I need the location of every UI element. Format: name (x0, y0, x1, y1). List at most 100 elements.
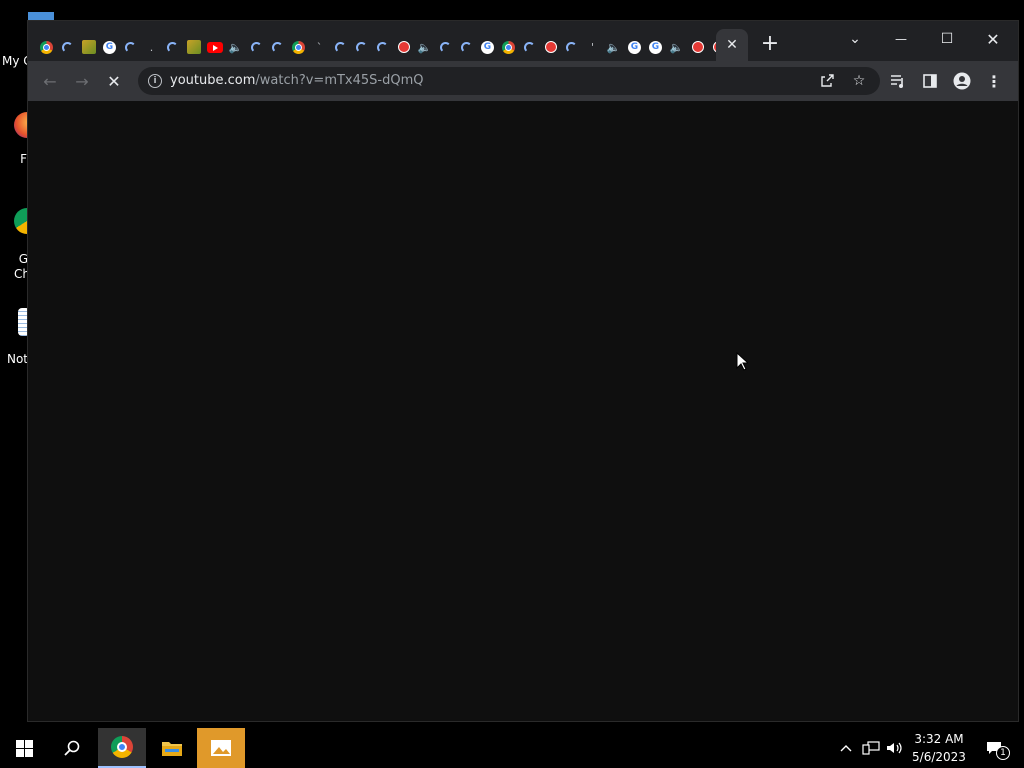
tab-audio[interactable]: 🔈 (666, 33, 687, 61)
clock-time: 3:32 AM (914, 732, 964, 746)
url-path: /watch?v=mTx45S-dQmQ (255, 73, 424, 88)
tab-chrome[interactable] (288, 33, 309, 61)
system-clock[interactable]: 3:32 AM 5/6/2023 (908, 730, 970, 766)
media-controls-icon[interactable] (886, 69, 910, 93)
tab-loading[interactable] (435, 33, 456, 61)
tab-loading[interactable] (561, 33, 582, 61)
loading-spinner-icon (461, 41, 472, 53)
tab-chrome[interactable] (36, 33, 57, 61)
tab-loading[interactable] (456, 33, 477, 61)
google-favicon-icon: G (649, 40, 662, 54)
record-favicon-icon (691, 41, 704, 53)
stop-loading-button[interactable]: ✕ (102, 69, 126, 93)
search-icon (64, 740, 80, 756)
tab-loading[interactable] (246, 33, 267, 61)
network-icon[interactable] (860, 728, 882, 768)
notification-count-badge: 1 (996, 746, 1010, 760)
chrome-icon (111, 736, 133, 758)
tab-blank[interactable]: ` (309, 33, 330, 61)
taskbar-chrome[interactable] (98, 728, 146, 768)
search-button[interactable] (48, 728, 96, 768)
new-tab-button[interactable]: + (758, 33, 782, 57)
tab-blank[interactable]: ' (582, 33, 603, 61)
loading-spinner-icon (167, 41, 178, 53)
record-favicon-icon (544, 41, 557, 53)
forward-button[interactable]: → (70, 69, 94, 93)
tab-google[interactable]: G (645, 33, 666, 61)
start-button[interactable] (0, 728, 48, 768)
dot-icon: . (149, 40, 154, 54)
youtube-favicon-icon (206, 41, 223, 53)
address-bar[interactable]: i youtube.com/watch?v=mTx45S-dQmQ ☆ (138, 67, 880, 95)
close-window-button[interactable]: ✕ (970, 25, 1016, 53)
taskbar-file-explorer[interactable] (148, 728, 196, 768)
tab-close-icon[interactable]: ✕ (726, 37, 738, 53)
tab-audio[interactable]: 🔈 (225, 33, 246, 61)
tab-image[interactable] (78, 33, 99, 61)
tab-audio[interactable]: 🔈 (414, 33, 435, 61)
chrome-favicon-icon (40, 40, 53, 54)
action-center-button[interactable]: 1 (980, 728, 1010, 768)
loading-spinner-icon (566, 41, 577, 53)
speaker-icon: 🔈 (228, 40, 243, 54)
clock-date: 5/6/2023 (912, 750, 966, 764)
show-hidden-icons-button[interactable] (836, 728, 856, 768)
url-text[interactable]: youtube.com/watch?v=mTx45S-dQmQ (170, 73, 424, 88)
tab-loading[interactable] (372, 33, 393, 61)
tab-loading[interactable] (57, 33, 78, 61)
tab-google[interactable]: G (99, 33, 120, 61)
tab-strip: G . 🔈 ` 🔈 G ' 🔈 G G 🔈 ✕ + ⌄ — ☐ ✕ (28, 21, 1018, 61)
bookmark-star-icon[interactable]: ☆ (850, 72, 868, 90)
tab-record[interactable] (687, 33, 708, 61)
tab-loading[interactable] (330, 33, 351, 61)
loading-spinner-icon (377, 41, 388, 53)
tab-youtube[interactable] (204, 33, 225, 61)
loading-spinner-icon (356, 41, 367, 53)
profile-avatar-icon[interactable] (950, 69, 974, 93)
loading-spinner-icon (125, 41, 136, 53)
taskbar-photos[interactable] (197, 728, 245, 768)
google-favicon-icon: G (103, 40, 116, 54)
tab-loading[interactable] (267, 33, 288, 61)
browser-window: G . 🔈 ` 🔈 G ' 🔈 G G 🔈 ✕ + ⌄ — ☐ ✕ ← → ✕ … (27, 20, 1019, 722)
google-favicon-icon: G (481, 40, 494, 54)
loading-spinner-icon (440, 41, 451, 53)
tab-chrome[interactable] (498, 33, 519, 61)
tab-record[interactable] (540, 33, 561, 61)
tab-google[interactable]: G (477, 33, 498, 61)
notification-icon: 1 (986, 741, 1010, 760)
share-icon[interactable] (818, 72, 836, 90)
page-content (28, 101, 1018, 721)
tab-loading[interactable] (162, 33, 183, 61)
site-info-icon[interactable]: i (148, 74, 162, 88)
tick-icon: ' (590, 40, 595, 54)
record-favicon-icon (397, 41, 410, 53)
volume-icon[interactable] (884, 728, 906, 768)
tab-google[interactable]: G (624, 33, 645, 61)
tab-image[interactable] (183, 33, 204, 61)
tab-record[interactable] (393, 33, 414, 61)
tab-search-button[interactable]: ⌄ (832, 25, 878, 53)
windows-logo-icon (15, 739, 33, 757)
menu-button[interactable]: ⋮ (982, 69, 1006, 93)
folder-icon (162, 742, 182, 756)
tab-loading[interactable] (120, 33, 141, 61)
maximize-button[interactable]: ☐ (924, 25, 970, 53)
back-button[interactable]: ← (38, 69, 62, 93)
chrome-favicon-icon (292, 40, 305, 54)
tick-icon: ` (316, 40, 323, 54)
speaker-icon: 🔈 (417, 40, 432, 54)
minimize-button[interactable]: — (878, 25, 924, 53)
image-favicon-icon (186, 40, 201, 54)
mouse-cursor-icon (736, 351, 750, 376)
taskbar: 3:32 AM 5/6/2023 1 (0, 728, 1024, 768)
tab-loading[interactable] (351, 33, 372, 61)
tab-audio[interactable]: 🔈 (603, 33, 624, 61)
tab-loading[interactable] (519, 33, 540, 61)
tab-blank[interactable]: . (141, 33, 162, 61)
chevron-up-icon (840, 745, 852, 752)
speaker-icon: 🔈 (669, 40, 684, 54)
side-panel-icon[interactable] (918, 69, 942, 93)
loading-spinner-icon (524, 41, 535, 53)
tab-active[interactable]: ✕ (716, 29, 748, 61)
